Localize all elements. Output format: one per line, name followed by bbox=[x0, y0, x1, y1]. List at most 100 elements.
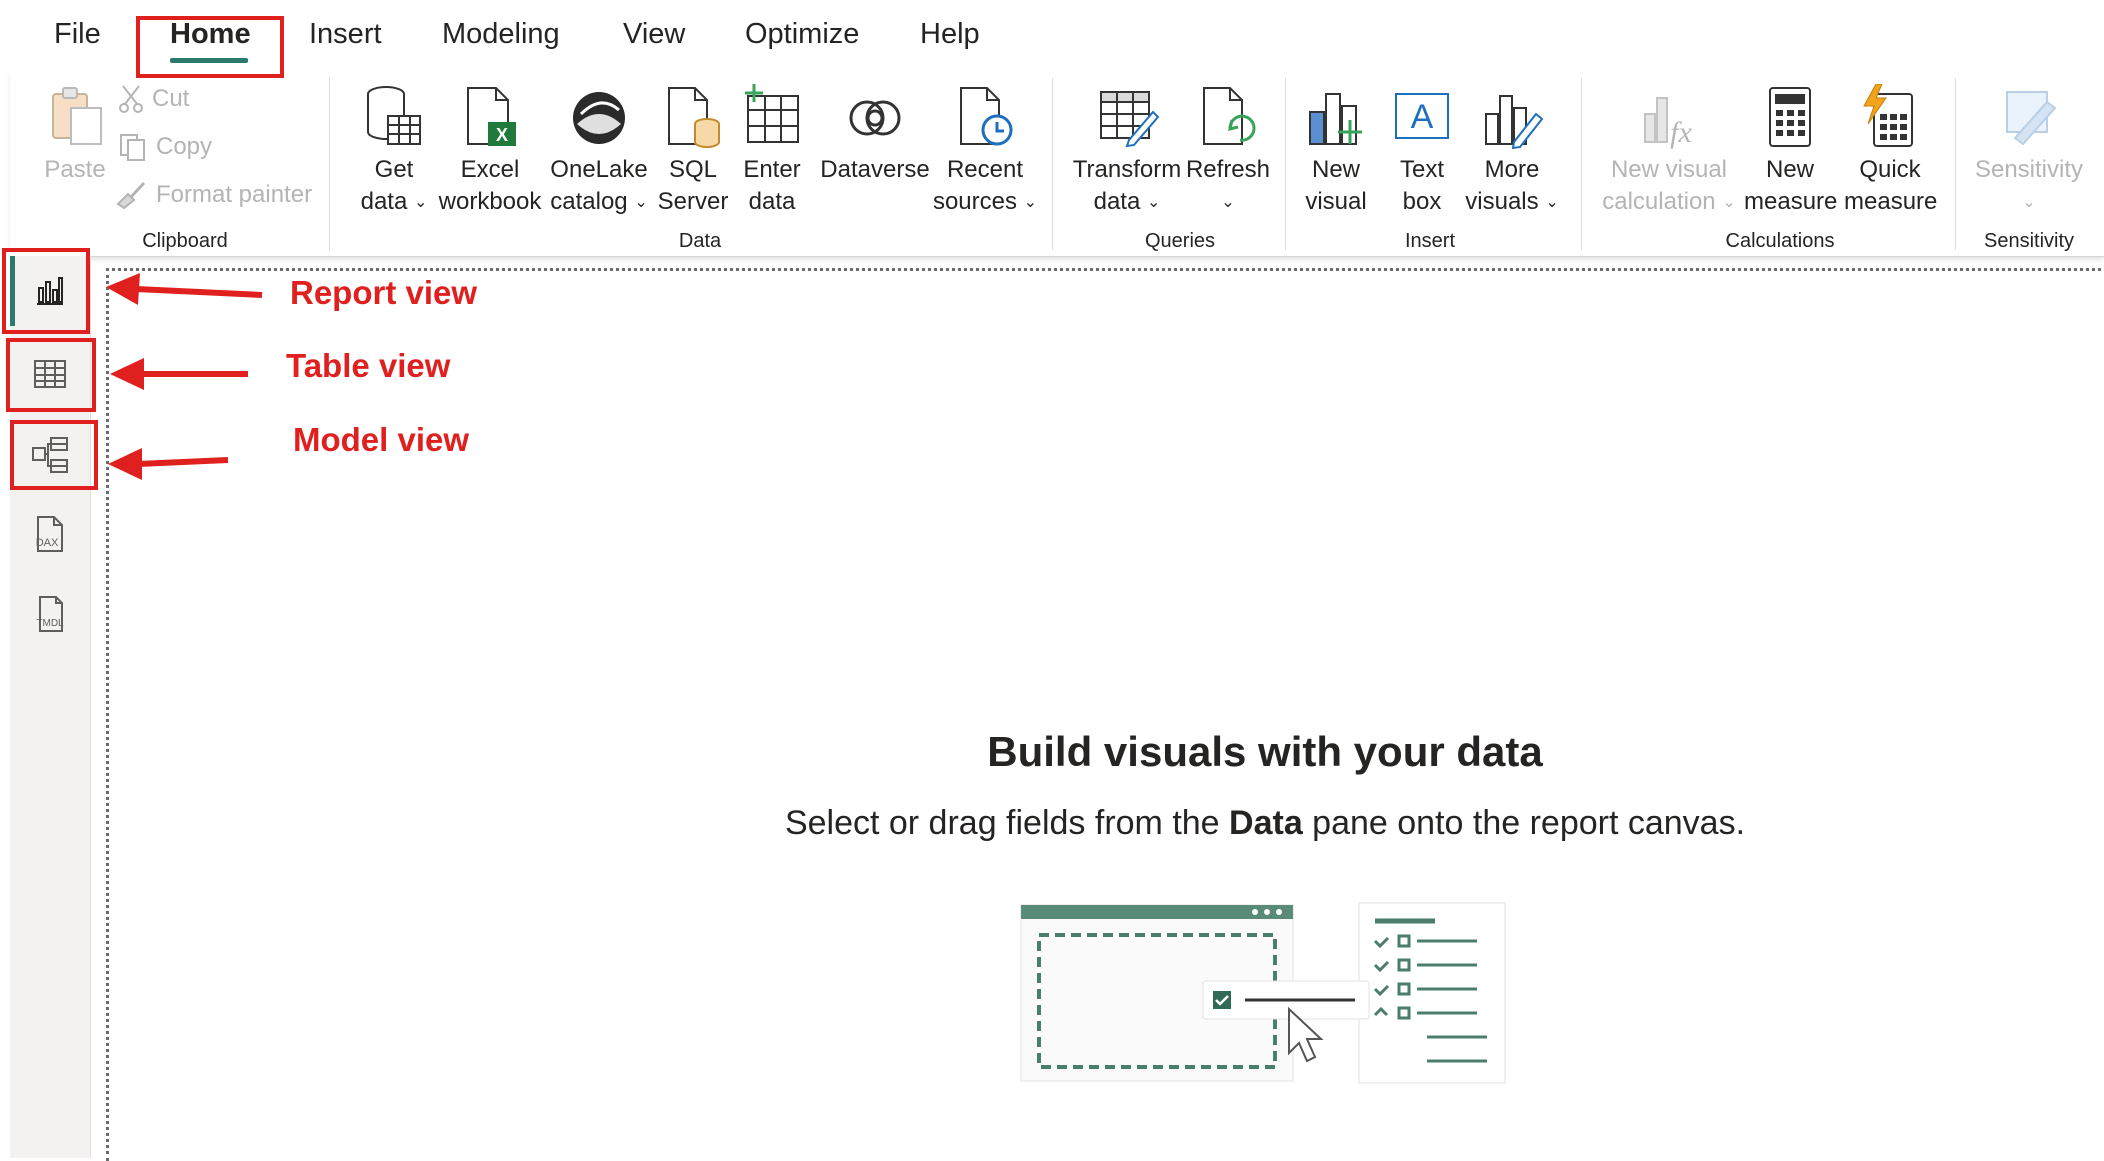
sql-label-2: Server bbox=[657, 188, 729, 215]
copy-icon bbox=[120, 134, 145, 161]
new-visual-label-1: New bbox=[1311, 156, 1360, 183]
format-painter-label: Format painter bbox=[156, 181, 313, 208]
ribbon: Paste Cut Copy Format painter Clipboard bbox=[10, 70, 2104, 257]
enter-data-button[interactable]: Enter data bbox=[736, 84, 808, 218]
new-measure-label-2: measure bbox=[1744, 188, 1838, 215]
ribbon-separator bbox=[1581, 78, 1582, 250]
tab-modeling[interactable]: Modeling bbox=[442, 18, 560, 51]
tab-insert[interactable]: Insert bbox=[309, 18, 382, 51]
group-label-clipboard: Clipboard bbox=[142, 230, 228, 252]
transform-label-1: Transform bbox=[1072, 156, 1182, 183]
annotation-box-table-view bbox=[6, 338, 96, 412]
svg-text:X: X bbox=[496, 125, 508, 145]
group-label-sensitivity: Sensitivity bbox=[1983, 230, 2075, 252]
tab-optimize[interactable]: Optimize bbox=[745, 18, 859, 51]
chevron-down-icon: ⌄ bbox=[2022, 194, 2036, 211]
empty-state-subtitle: Select or drag fields from the Data pane… bbox=[600, 804, 1930, 843]
rail-dax-query-view[interactable]: DAX bbox=[10, 502, 90, 568]
cut-button[interactable]: Cut bbox=[118, 84, 189, 114]
quick-measure-button[interactable]: Quick measure bbox=[1844, 84, 1938, 218]
new-visual-label-2: visual bbox=[1305, 188, 1367, 215]
text-box-label-1: Text bbox=[1399, 156, 1444, 183]
ribbon-separator bbox=[1052, 78, 1053, 250]
empty-state-subtitle-pre: Select or drag fields from the bbox=[784, 804, 1230, 842]
group-label-queries: Queries bbox=[1144, 230, 1216, 252]
calculator-icon bbox=[1769, 87, 1811, 147]
excel-label-2: workbook bbox=[438, 188, 542, 215]
group-label-calculations: Calculations bbox=[1725, 230, 1835, 252]
tmdl-icon: TMDL bbox=[36, 596, 64, 632]
quick-measure-label-2: measure bbox=[1844, 188, 1938, 215]
transform-data-button[interactable]: Transform data ⌄ bbox=[1068, 84, 1186, 221]
annotation-box-home-tab bbox=[136, 16, 284, 78]
annotation-arrow-model-view bbox=[108, 448, 229, 480]
sensitivity-button[interactable]: Sensitivity ⌄ bbox=[1970, 84, 2088, 221]
chevron-down-icon: ⌄ bbox=[634, 194, 648, 211]
sensitivity-label-icon bbox=[2006, 91, 2057, 146]
chevron-down-icon: ⌄ bbox=[1023, 194, 1038, 211]
sensitivity-label: Sensitivity bbox=[1974, 156, 2084, 183]
onelake-catalog-button[interactable]: OneLake catalog ⌄ bbox=[544, 84, 654, 221]
visual-calculation-icon: fx bbox=[1644, 97, 1693, 149]
format-painter-button[interactable]: Format painter bbox=[114, 180, 312, 210]
copy-button[interactable]: Copy bbox=[118, 132, 212, 162]
new-visual-button[interactable]: New visual bbox=[1300, 84, 1372, 218]
quick-measure-icon bbox=[1863, 84, 1913, 147]
tab-help[interactable]: Help bbox=[920, 18, 980, 51]
visual-calc-label-2: calculation bbox=[1602, 188, 1716, 215]
onelake-label-2: catalog bbox=[550, 188, 628, 215]
ribbon-separator bbox=[329, 78, 330, 250]
database-icon bbox=[367, 86, 421, 145]
enter-data-label-1: Enter bbox=[743, 156, 801, 183]
onelake-icon bbox=[573, 92, 625, 144]
dax-query-icon: DAX bbox=[36, 516, 63, 552]
chevron-down-icon: ⌄ bbox=[1221, 194, 1235, 211]
copy-label: Copy bbox=[156, 133, 213, 160]
new-visual-icon bbox=[1309, 93, 1362, 145]
annotation-box-report-view bbox=[2, 248, 90, 334]
more-visuals-label-1: More bbox=[1484, 156, 1540, 183]
recent-sources-button[interactable]: Recent sources ⌄ bbox=[930, 84, 1040, 221]
scissors-icon bbox=[119, 85, 143, 113]
tmdl-icon-text: TMDL bbox=[36, 618, 64, 629]
new-visual-calculation-button[interactable]: fx New visual calculation ⌄ bbox=[1594, 84, 1744, 221]
dataverse-label: Dataverse bbox=[820, 156, 930, 183]
chevron-down-icon: ⌄ bbox=[1545, 194, 1559, 211]
dataverse-button[interactable]: Dataverse bbox=[812, 84, 938, 186]
empty-state-illustration bbox=[1020, 902, 1506, 1084]
sql-label-1: SQL bbox=[668, 156, 718, 183]
menu-bar: File Home Insert Modeling View Optimize … bbox=[0, 0, 2104, 70]
tab-file[interactable]: File bbox=[54, 18, 101, 51]
ribbon-separator bbox=[1955, 78, 1956, 250]
group-label-insert: Insert bbox=[1404, 230, 1456, 252]
recent-label-2: sources bbox=[932, 188, 1017, 215]
dataverse-icon bbox=[849, 100, 901, 136]
rail-tmdl-view[interactable]: TMDL bbox=[10, 582, 90, 648]
paste-button[interactable]: Paste bbox=[30, 84, 120, 186]
chevron-down-icon: ⌄ bbox=[1722, 194, 1736, 211]
refresh-label: Refresh bbox=[1185, 156, 1271, 183]
onelake-label-1: OneLake bbox=[550, 156, 648, 183]
get-data-label-1: Get bbox=[374, 156, 414, 183]
quick-measure-label-1: Quick bbox=[1859, 156, 1921, 183]
dax-icon-text: DAX bbox=[36, 537, 59, 549]
text-box-button[interactable]: A Text box bbox=[1386, 84, 1458, 218]
annotation-arrow-table-view bbox=[110, 358, 248, 390]
excel-label-1: Excel bbox=[460, 156, 520, 183]
annotation-label-report-view: Report view bbox=[290, 274, 478, 311]
sql-server-icon bbox=[668, 87, 720, 148]
get-data-button[interactable]: Get data ⌄ bbox=[348, 84, 440, 221]
refresh-button[interactable]: Refresh ⌄ bbox=[1184, 84, 1272, 221]
more-visuals-button[interactable]: More visuals ⌄ bbox=[1462, 84, 1562, 221]
new-measure-button[interactable]: New measure bbox=[1744, 84, 1838, 218]
tab-view[interactable]: View bbox=[623, 18, 685, 51]
new-measure-label-1: New bbox=[1765, 156, 1814, 183]
excel-workbook-button[interactable]: X Excel workbook bbox=[434, 84, 546, 218]
paste-icon bbox=[52, 87, 102, 145]
table-plus-icon bbox=[745, 84, 799, 143]
cut-label: Cut bbox=[152, 85, 190, 112]
sql-server-button[interactable]: SQL Server bbox=[656, 84, 730, 218]
ribbon-separator bbox=[1285, 78, 1286, 250]
enter-data-label-2: data bbox=[748, 188, 796, 215]
transform-label-2: data bbox=[1093, 188, 1141, 215]
